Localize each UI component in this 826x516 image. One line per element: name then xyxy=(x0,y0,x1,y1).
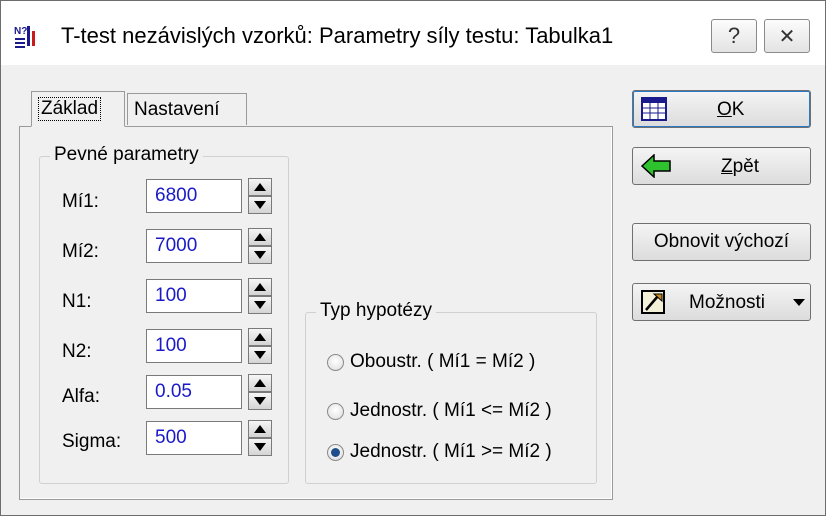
spin-up-icon[interactable] xyxy=(248,228,272,246)
param-label-alfa: Alfa: xyxy=(62,386,101,407)
back-button[interactable]: Zpět xyxy=(632,147,811,185)
radio-label: Jednostr. ( Mí1 <= Mí2 ) xyxy=(350,400,552,421)
spin-up-icon[interactable] xyxy=(248,178,272,196)
radio-icon[interactable] xyxy=(327,443,344,461)
spin-up-icon[interactable] xyxy=(248,328,272,346)
spin-up-icon[interactable] xyxy=(248,278,272,296)
n1-input[interactable]: 100 xyxy=(146,279,242,313)
spin-down-icon[interactable] xyxy=(248,196,272,214)
close-icon: ✕ xyxy=(778,25,796,48)
spin-down-icon[interactable] xyxy=(248,346,272,364)
help-icon: ? xyxy=(727,23,741,48)
app-icon: N? xyxy=(13,23,39,49)
param-label-mi2: Mí2: xyxy=(62,241,99,262)
radio-two-sided[interactable]: Oboustr. ( Mí1 = Mí2 ) xyxy=(327,351,535,373)
ok-button[interactable]: OK xyxy=(632,90,811,128)
radio-icon[interactable] xyxy=(327,402,344,420)
help-button[interactable]: ? xyxy=(711,19,757,53)
group-legend: Pevné parametry xyxy=(50,144,203,166)
mi2-spinner[interactable] xyxy=(248,228,272,264)
tab-label: Základ xyxy=(38,97,102,121)
group-legend: Typ hypotézy xyxy=(316,300,436,322)
green-left-arrow-icon xyxy=(641,154,671,178)
n2-spinner[interactable] xyxy=(248,328,272,364)
param-label-n1: N1: xyxy=(62,291,92,312)
spin-down-icon[interactable] xyxy=(248,392,272,410)
radio-icon[interactable] xyxy=(327,353,344,371)
spin-up-icon[interactable] xyxy=(248,374,272,392)
reset-defaults-button[interactable]: Obnovit výchozí xyxy=(632,223,811,261)
n2-input[interactable]: 100 xyxy=(146,329,242,363)
chevron-down-icon xyxy=(793,299,805,306)
n1-spinner[interactable] xyxy=(248,278,272,314)
sigma-input[interactable]: 500 xyxy=(146,421,242,455)
spin-down-icon[interactable] xyxy=(248,296,272,314)
spin-down-icon[interactable] xyxy=(248,438,272,456)
window-title: T-test nezávislých vzorků: Parametry síl… xyxy=(61,23,614,48)
radio-one-sided-le[interactable]: Jednostr. ( Mí1 <= Mí2 ) xyxy=(327,400,552,422)
radio-one-sided-ge[interactable]: Jednostr. ( Mí1 >= Mí2 ) xyxy=(327,441,552,463)
options-button[interactable]: Možnosti xyxy=(632,283,811,321)
param-label-n2: N2: xyxy=(62,341,92,362)
param-label-mi1: Mí1: xyxy=(62,191,99,212)
tab-nastaveni[interactable]: Nastavení xyxy=(127,93,247,125)
svg-text:N?: N? xyxy=(14,26,27,37)
options-icon xyxy=(641,290,665,314)
title-bar: N? T-test nezávislých vzorků: Parametry … xyxy=(1,1,825,65)
close-button[interactable]: ✕ xyxy=(764,19,810,53)
alfa-spinner[interactable] xyxy=(248,374,272,410)
ok-label: OK xyxy=(717,99,745,120)
back-label: Zpět xyxy=(721,156,760,177)
radio-label: Oboustr. ( Mí1 = Mí2 ) xyxy=(350,351,536,372)
mi1-spinner[interactable] xyxy=(248,178,272,214)
tab-zaklad[interactable]: Základ xyxy=(31,91,125,127)
options-label: Možnosti xyxy=(689,292,766,313)
sigma-spinner[interactable] xyxy=(248,420,272,456)
spreadsheet-icon xyxy=(641,97,667,121)
spin-down-icon[interactable] xyxy=(248,246,272,264)
spin-up-icon[interactable] xyxy=(248,420,272,438)
alfa-input[interactable]: 0.05 xyxy=(146,375,242,409)
radio-label: Jednostr. ( Mí1 >= Mí2 ) xyxy=(350,441,552,462)
mi1-input[interactable]: 6800 xyxy=(146,179,242,213)
dialog-window: N? T-test nezávislých vzorků: Parametry … xyxy=(0,0,826,516)
param-label-sigma: Sigma: xyxy=(62,431,122,452)
tab-label: Nastavení xyxy=(134,98,220,120)
mi2-input[interactable]: 7000 xyxy=(146,229,242,263)
